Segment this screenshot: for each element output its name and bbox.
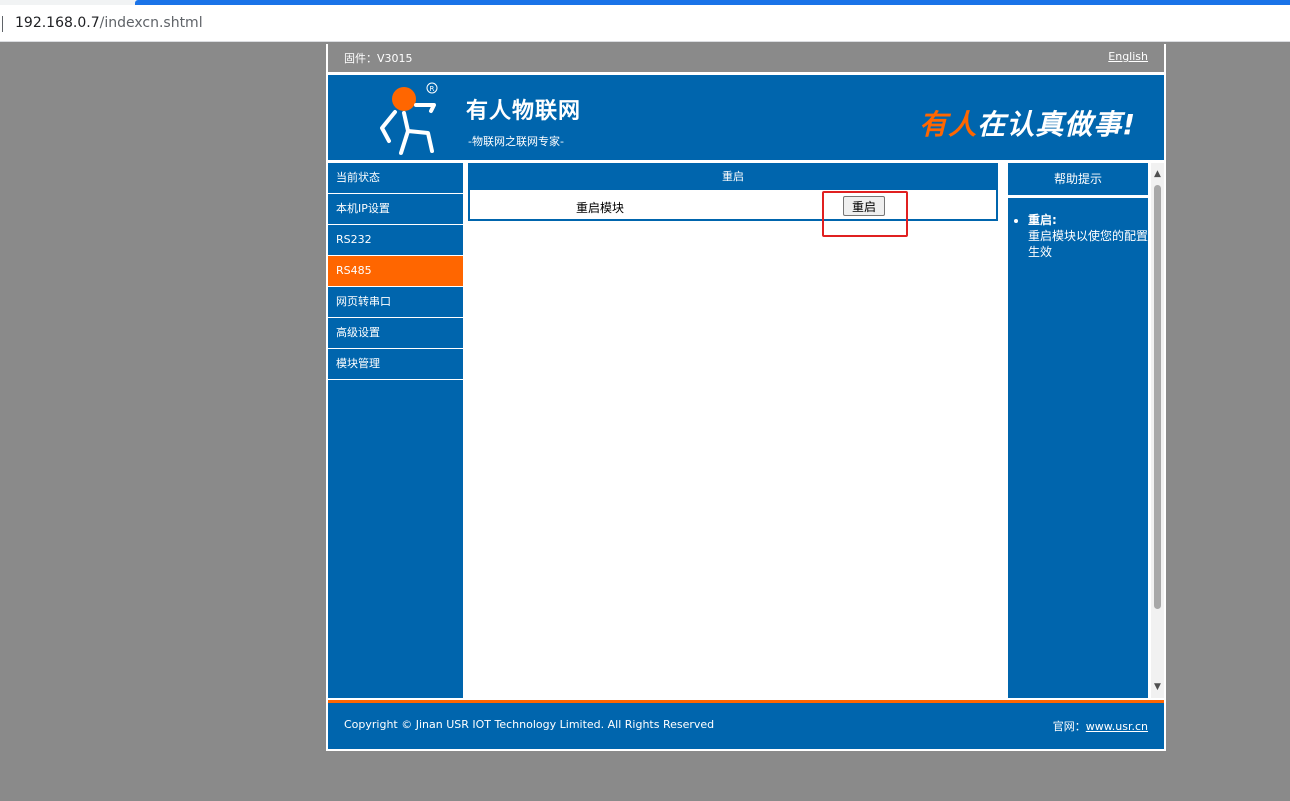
text-cursor	[2, 16, 3, 32]
scroll-down-arrow-icon[interactable]: ▼	[1151, 682, 1164, 692]
help-title: 帮助提示	[1008, 163, 1148, 195]
site-link[interactable]: www.usr.cn	[1086, 720, 1148, 733]
router-admin-page: 固件：V3015 English R 有人物联网 -物联网之联网专家- 有人在认…	[326, 44, 1166, 751]
sidebar-item-advanced[interactable]: 高级设置	[328, 318, 463, 349]
help-term: 重启:	[1028, 213, 1057, 227]
sidebar-item-status[interactable]: 当前状态	[328, 163, 463, 194]
reboot-module-label: 重启模块	[576, 201, 625, 215]
help-list: 重启: 重启模块以使您的配置生效	[1008, 198, 1148, 260]
reboot-panel: 重启	[468, 163, 998, 221]
copyright-text: Copyright © Jinan USR IOT Technology Lim…	[344, 718, 715, 731]
address-bar[interactable]: 192.168.0.7/indexcn.shtml	[0, 5, 1290, 42]
url-host: 192.168.0.7	[15, 15, 100, 31]
sidebar-item-rs232[interactable]: RS232	[328, 225, 463, 256]
sidebar-item-web-to-serial[interactable]: 网页转串口	[328, 287, 463, 318]
site-label: 官网：	[1052, 720, 1086, 733]
red-highlight-box	[822, 191, 908, 237]
main-content: 重启 重启模块 重启	[466, 163, 1004, 698]
usr-logo-icon: R	[380, 82, 438, 155]
help-description: 重启模块以使您的配置生效	[1028, 229, 1149, 259]
help-panel: 重启: 重启模块以使您的配置生效	[1008, 198, 1148, 698]
firmware-version: 固件：V3015	[344, 52, 413, 65]
slogan: 有人在认真做事!	[919, 103, 1136, 143]
header-banner: R 有人物联网 -物联网之联网专家- 有人在认真做事!	[328, 75, 1164, 160]
footer: Copyright © Jinan USR IOT Technology Lim…	[328, 703, 1164, 749]
help-item: 重启: 重启模块以使您的配置生效	[1028, 212, 1148, 260]
sidebar-nav: 当前状态 本机IP设置 RS232 RS485 网页转串口 高级设置 模块管理	[328, 163, 463, 698]
url-path: /indexcn.shtml	[99, 15, 203, 31]
slogan-rest: 在认真做事!	[977, 108, 1136, 141]
brand-subtitle: -物联网之联网专家-	[468, 135, 564, 148]
scroll-thumb[interactable]	[1154, 185, 1161, 609]
sidebar-item-module-management[interactable]: 模块管理	[328, 349, 463, 380]
language-english-link[interactable]: English	[1108, 50, 1148, 63]
panel-title: 重启	[470, 163, 996, 190]
sidebar-item-rs485[interactable]: RS485	[328, 256, 463, 287]
registered-mark: R	[430, 85, 435, 93]
official-site: 官网：www.usr.cn	[1053, 718, 1148, 734]
sidebar-item-ip-settings[interactable]: 本机IP设置	[328, 194, 463, 225]
slogan-highlight: 有人	[919, 108, 978, 141]
scroll-up-arrow-icon[interactable]: ▲	[1151, 169, 1164, 179]
help-scrollbar[interactable]: ▲ ▼	[1151, 163, 1164, 698]
brand-name: 有人物联网	[466, 99, 582, 124]
firmware-bar: 固件：V3015 English	[328, 44, 1164, 72]
url-text[interactable]: 192.168.0.7/indexcn.shtml	[15, 15, 203, 31]
